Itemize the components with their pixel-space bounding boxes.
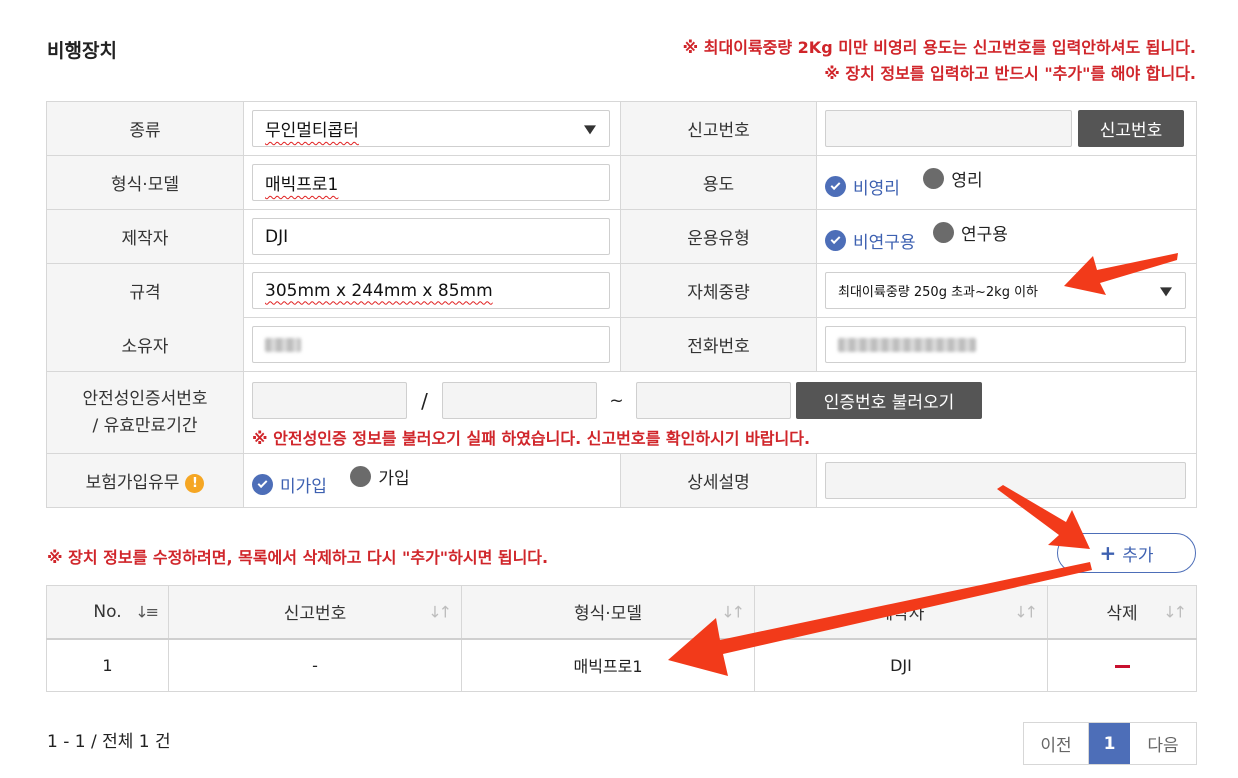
redacted-owner (265, 337, 301, 352)
cert-start-date-input[interactable] (442, 382, 597, 419)
sort-icon[interactable]: ↓↑ (721, 602, 745, 621)
column-header-model[interactable]: 형식·모델 ↓↑ (461, 585, 755, 640)
maker-label: 제작자 (46, 209, 244, 264)
cell-model: 매빅프로1 (461, 638, 755, 692)
owner-input[interactable] (252, 326, 610, 363)
op-type-radio-nonresearch[interactable]: 비연구용 (825, 228, 916, 253)
owner-label: 소유자 (46, 317, 244, 372)
tilde-separator: ~ (609, 390, 624, 411)
phone-label: 전화번호 (620, 317, 817, 372)
checked-radio-icon (825, 176, 846, 197)
prev-page-button[interactable]: 이전 (1024, 723, 1089, 764)
chevron-down-icon (584, 124, 596, 134)
pagination: 이전 1 다음 (1023, 722, 1197, 765)
radio-icon (923, 168, 945, 189)
type-select[interactable]: 무인멀티콥터 (252, 110, 610, 147)
type-label: 종류 (46, 101, 244, 156)
model-value: 매빅프로1 (265, 175, 339, 195)
cell-delete (1047, 638, 1197, 692)
report-no-label: 신고번호 (620, 101, 817, 156)
cert-end-date-input[interactable] (636, 382, 791, 419)
checked-radio-icon (252, 474, 273, 495)
cert-error-message: ※ 안전성인증 정보를 불러오기 실패 하였습니다. 신고번호를 확인하시기 바… (252, 429, 811, 448)
spec-value: 305mm x 244mm x 85mm (265, 280, 493, 301)
model-input[interactable]: 매빅프로1 (252, 164, 610, 201)
device-list-table: No. ↓≡ 신고번호 ↓↑ 형식·모델 ↓↑ 제작자 ↓↑ 삭제 ↓↑ 1 - 매빅프로… (46, 585, 1197, 692)
weight-label: 자체중량 (620, 263, 817, 318)
radio-icon (350, 466, 372, 487)
report-no-button[interactable]: 신고번호 (1078, 110, 1184, 147)
insurance-radio-none[interactable]: 미가입 (252, 472, 327, 497)
maker-input[interactable]: DJI (252, 218, 610, 255)
edit-notice: ※ 장치 정보를 수정하려면, 목록에서 삭제하고 다시 "추가"하시면 됩니다… (47, 548, 549, 567)
op-type-radio-research[interactable]: 연구용 (932, 220, 1008, 245)
sort-desc-icon[interactable]: ↓≡ (135, 602, 159, 621)
info-warning-icon[interactable]: ! (185, 473, 205, 493)
model-label: 형식·모델 (46, 155, 244, 210)
redacted-phone (838, 337, 976, 352)
weight-value: 최대이륙중량 250g 초과~2kg 이하 (838, 285, 1039, 300)
usage-radio-nonprofit[interactable]: 비영리 (825, 174, 900, 199)
cell-no: 1 (46, 638, 169, 692)
detail-input[interactable] (825, 462, 1186, 499)
notice-add-required: ※ 장치 정보를 입력하고 반드시 "추가"를 해야 합니다. (824, 64, 1196, 83)
column-header-maker[interactable]: 제작자 ↓↑ (754, 585, 1048, 640)
column-header-no[interactable]: No. ↓≡ (46, 585, 169, 640)
result-count: 1 - 1 / 전체 1 건 (47, 732, 171, 752)
column-header-delete[interactable]: 삭제 ↓↑ (1047, 585, 1197, 640)
report-no-input[interactable] (825, 110, 1072, 147)
op-type-label: 운용유형 (620, 209, 817, 264)
cert-number-input[interactable] (252, 382, 407, 419)
detail-label: 상세설명 (620, 453, 817, 508)
cell-report-no: - (168, 638, 462, 692)
cert-label: 안전성인증서번호 / 유효만료기간 (46, 371, 244, 454)
add-device-button[interactable]: + 추가 (1057, 533, 1196, 573)
spec-input[interactable]: 305mm x 244mm x 85mm (252, 272, 610, 309)
plus-icon: + (1099, 541, 1117, 565)
sort-icon[interactable]: ↓↑ (428, 602, 452, 621)
table-row: 1 - 매빅프로1 DJI (46, 638, 1197, 692)
slash-separator: / (421, 388, 428, 413)
chevron-down-icon (1160, 286, 1172, 296)
insurance-radio-yes[interactable]: 가입 (350, 464, 410, 489)
insurance-label: 보험가입유무! (46, 453, 244, 508)
sort-icon[interactable]: ↓↑ (1163, 602, 1187, 621)
radio-icon (932, 222, 954, 243)
spec-label: 규격 (46, 263, 244, 318)
usage-label: 용도 (620, 155, 817, 210)
notice-weight: ※ 최대이륙중량 2Kg 미만 비영리 용도는 신고번호를 입력안하셔도 됩니다… (682, 38, 1196, 57)
checked-radio-icon (825, 230, 846, 251)
usage-radio-profit[interactable]: 영리 (923, 166, 983, 191)
phone-input[interactable] (825, 326, 1186, 363)
delete-icon[interactable] (1114, 664, 1130, 668)
current-page-button[interactable]: 1 (1089, 723, 1130, 764)
cert-load-button[interactable]: 인증번호 불러오기 (796, 382, 982, 419)
section-title: 비행장치 (47, 40, 117, 62)
cell-maker: DJI (754, 638, 1048, 692)
type-value: 무인멀티콥터 (265, 121, 359, 141)
weight-select[interactable]: 최대이륙중량 250g 초과~2kg 이하 (825, 272, 1186, 309)
device-form: 종류 무인멀티콥터 신고번호 신고번호 형식·모델 매빅프로1 용도 비영리 영… (46, 101, 1197, 508)
next-page-button[interactable]: 다음 (1130, 723, 1196, 764)
column-header-report-no[interactable]: 신고번호 ↓↑ (168, 585, 462, 640)
sort-icon[interactable]: ↓↑ (1014, 602, 1038, 621)
